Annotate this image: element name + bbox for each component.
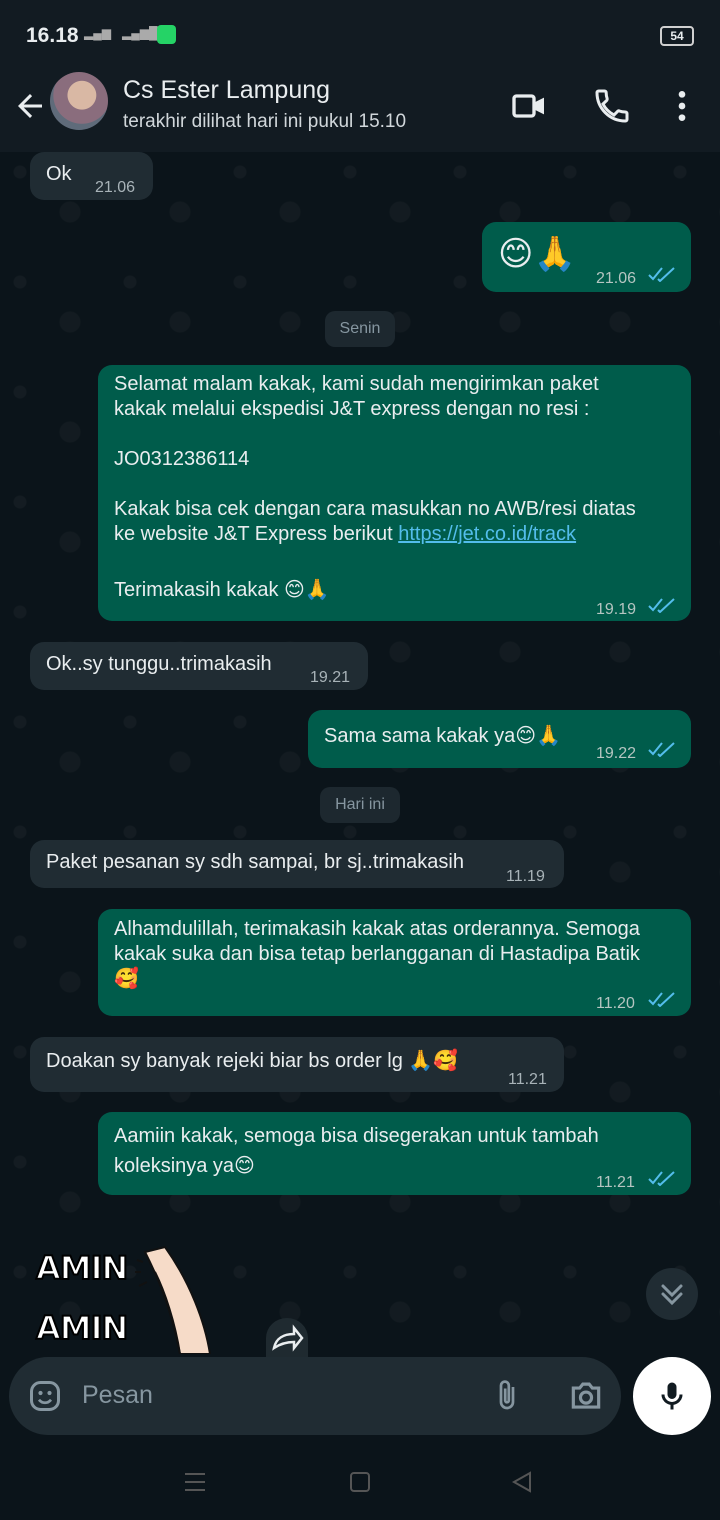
message-time: 19.22	[596, 745, 637, 762]
scroll-down-icon	[661, 1284, 683, 1306]
message-outgoing[interactable]: Selamat malam kakak, kami sudah mengirim…	[98, 365, 691, 621]
avatar[interactable]	[50, 72, 108, 130]
message-time: 11.21	[508, 1071, 547, 1088]
status-bar: 16.18 ▂▄▆ ▂▄▆█ 54	[0, 0, 720, 70]
sticker-text-line2: AMIN	[35, 1308, 129, 1348]
whatsapp-notification-icon	[157, 25, 176, 44]
mic-icon	[661, 1382, 683, 1410]
date-separator: Hari ini	[320, 787, 400, 823]
chat-header: Cs Ester Lampung terakhir dilihat hari i…	[0, 70, 720, 153]
message-outgoing[interactable]: Alhamdulillah, terimakasih kakak atas or…	[98, 909, 691, 1016]
video-call-icon[interactable]	[509, 86, 549, 126]
message-text: Alhamdulillah, terimakasih kakak atas or…	[114, 918, 640, 990]
signal-icon: ▂▄▆	[84, 26, 111, 40]
sticker-text-line1: AMIN	[35, 1248, 129, 1288]
message-outgoing[interactable]: Aamiin kakak, semoga bisa disegerakan un…	[98, 1112, 691, 1195]
message-incoming[interactable]: Doakan sy banyak rejeki biar bs order lg…	[30, 1037, 564, 1092]
read-ticks-icon	[648, 267, 675, 282]
message-time: 19.19	[596, 601, 637, 618]
message-text: Selamat malam kakak, kami sudah mengirim…	[114, 372, 679, 547]
message-text: Doakan sy banyak rejeki biar bs order lg…	[46, 1050, 459, 1072]
contact-name[interactable]: Cs Ester Lampung	[123, 76, 330, 105]
forward-icon[interactable]	[266, 1318, 308, 1358]
message-input[interactable]: Pesan	[82, 1381, 153, 1410]
signal-4g-icon: ▂▄▆█	[122, 26, 158, 40]
message-text-closing: Terimakasih kakak 😊🙏	[114, 579, 330, 601]
message-time: 11.21	[596, 1174, 635, 1191]
message-text: 😊🙏	[498, 235, 576, 273]
more-vert-icon[interactable]	[662, 86, 702, 126]
message-text: Ok	[46, 163, 72, 185]
message-time: 21.06	[596, 270, 637, 287]
tracking-link[interactable]: https://jet.co.id/track	[398, 523, 576, 545]
message-text: Aamiin kakak, semoga bisa disegerakan un…	[114, 1125, 599, 1177]
message-text: Sama sama kakak ya😊🙏	[324, 725, 561, 747]
mic-button[interactable]	[633, 1357, 711, 1435]
chat-area[interactable]: Ok 21.06 😊🙏 21.06 Senin Selamat malam ka…	[0, 152, 720, 1357]
read-ticks-icon	[648, 598, 675, 613]
battery-icon: 54	[660, 26, 694, 46]
sticker-amin[interactable]: AMIN AMIN	[30, 1237, 230, 1357]
read-ticks-icon	[648, 742, 675, 757]
message-text: Paket pesanan sy sdh sampai, br sj..trim…	[46, 851, 464, 873]
phone-icon[interactable]	[592, 86, 632, 126]
message-outgoing[interactable]: Sama sama kakak ya😊🙏 19.22	[308, 710, 691, 768]
message-time: 11.20	[596, 995, 635, 1012]
home-icon[interactable]	[348, 1470, 372, 1494]
message-time: 11.19	[506, 868, 545, 885]
clock: 16.18	[26, 24, 79, 47]
recent-apps-icon[interactable]	[182, 1470, 208, 1494]
message-incoming[interactable]: Ok..sy tunggu..trimakasih 19.21	[30, 642, 368, 690]
contact-last-seen: terakhir dilihat hari ini pukul 15.10	[123, 111, 407, 132]
attach-icon[interactable]	[489, 1377, 525, 1415]
message-time: 19.21	[310, 669, 351, 686]
message-composer[interactable]: Pesan	[9, 1357, 621, 1435]
scroll-down-button[interactable]	[646, 1268, 698, 1320]
message-incoming[interactable]: Ok 21.06	[30, 152, 153, 200]
message-time: 21.06	[95, 179, 136, 196]
read-ticks-icon	[648, 992, 675, 1007]
back-nav-icon[interactable]	[510, 1470, 534, 1494]
emoji-sticker-icon[interactable]	[27, 1378, 63, 1414]
date-separator: Senin	[325, 311, 395, 347]
praying-hands-icon	[135, 1245, 212, 1354]
read-ticks-icon	[648, 1171, 675, 1186]
back-arrow-icon[interactable]	[12, 88, 48, 124]
message-text: Ok..sy tunggu..trimakasih	[46, 653, 272, 675]
message-incoming[interactable]: Paket pesanan sy sdh sampai, br sj..trim…	[30, 840, 564, 888]
message-outgoing[interactable]: 😊🙏 21.06	[482, 222, 691, 292]
system-nav-bar	[0, 1440, 720, 1520]
message-text-body: Selamat malam kakak, kami sudah mengirim…	[114, 373, 636, 545]
camera-icon[interactable]	[566, 1377, 606, 1415]
